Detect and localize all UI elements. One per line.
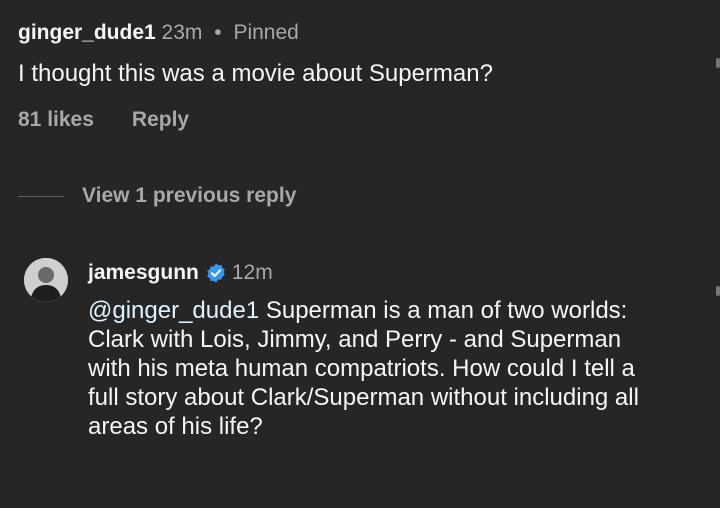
view-previous-replies[interactable]: View 1 previous reply [18, 184, 296, 208]
reply-button[interactable]: Reply [132, 108, 189, 132]
comment-meta: ginger_dude1 23m • Pinned [18, 18, 698, 48]
pinned-comment: ginger_dude1 23m • Pinned I thought this… [18, 18, 698, 132]
reply-meta: jamesgunn 12m [88, 258, 688, 288]
comment-text: I thought this was a movie about Superma… [18, 60, 493, 87]
reply-username[interactable]: jamesgunn [88, 258, 199, 288]
reply-body: jamesgunn 12m @ginger_dude1 Superman is … [88, 258, 688, 441]
comment-time: 23m [161, 21, 203, 44]
verified-badge-icon [205, 262, 227, 284]
reply-text: @ginger_dude1 Superman is a man of two w… [88, 296, 668, 441]
view-previous-replies-label[interactable]: View 1 previous reply [82, 184, 296, 208]
meta-separator: • [214, 21, 222, 44]
right-edge-indicator [716, 58, 720, 68]
right-edge-indicator-2 [716, 286, 720, 296]
reply-time: 12m [231, 261, 273, 284]
mention-link[interactable]: @ginger_dude1 [88, 297, 259, 324]
replies-divider-line [18, 195, 64, 197]
likes-count[interactable]: 81 likes [18, 108, 94, 132]
pinned-label: Pinned [233, 21, 299, 44]
comments-screen: ginger_dude1 23m • Pinned I thought this… [0, 0, 720, 508]
avatar[interactable] [24, 258, 68, 302]
comment-username[interactable]: ginger_dude1 [18, 21, 156, 44]
comment-actions: 81 likes Reply [18, 108, 698, 132]
